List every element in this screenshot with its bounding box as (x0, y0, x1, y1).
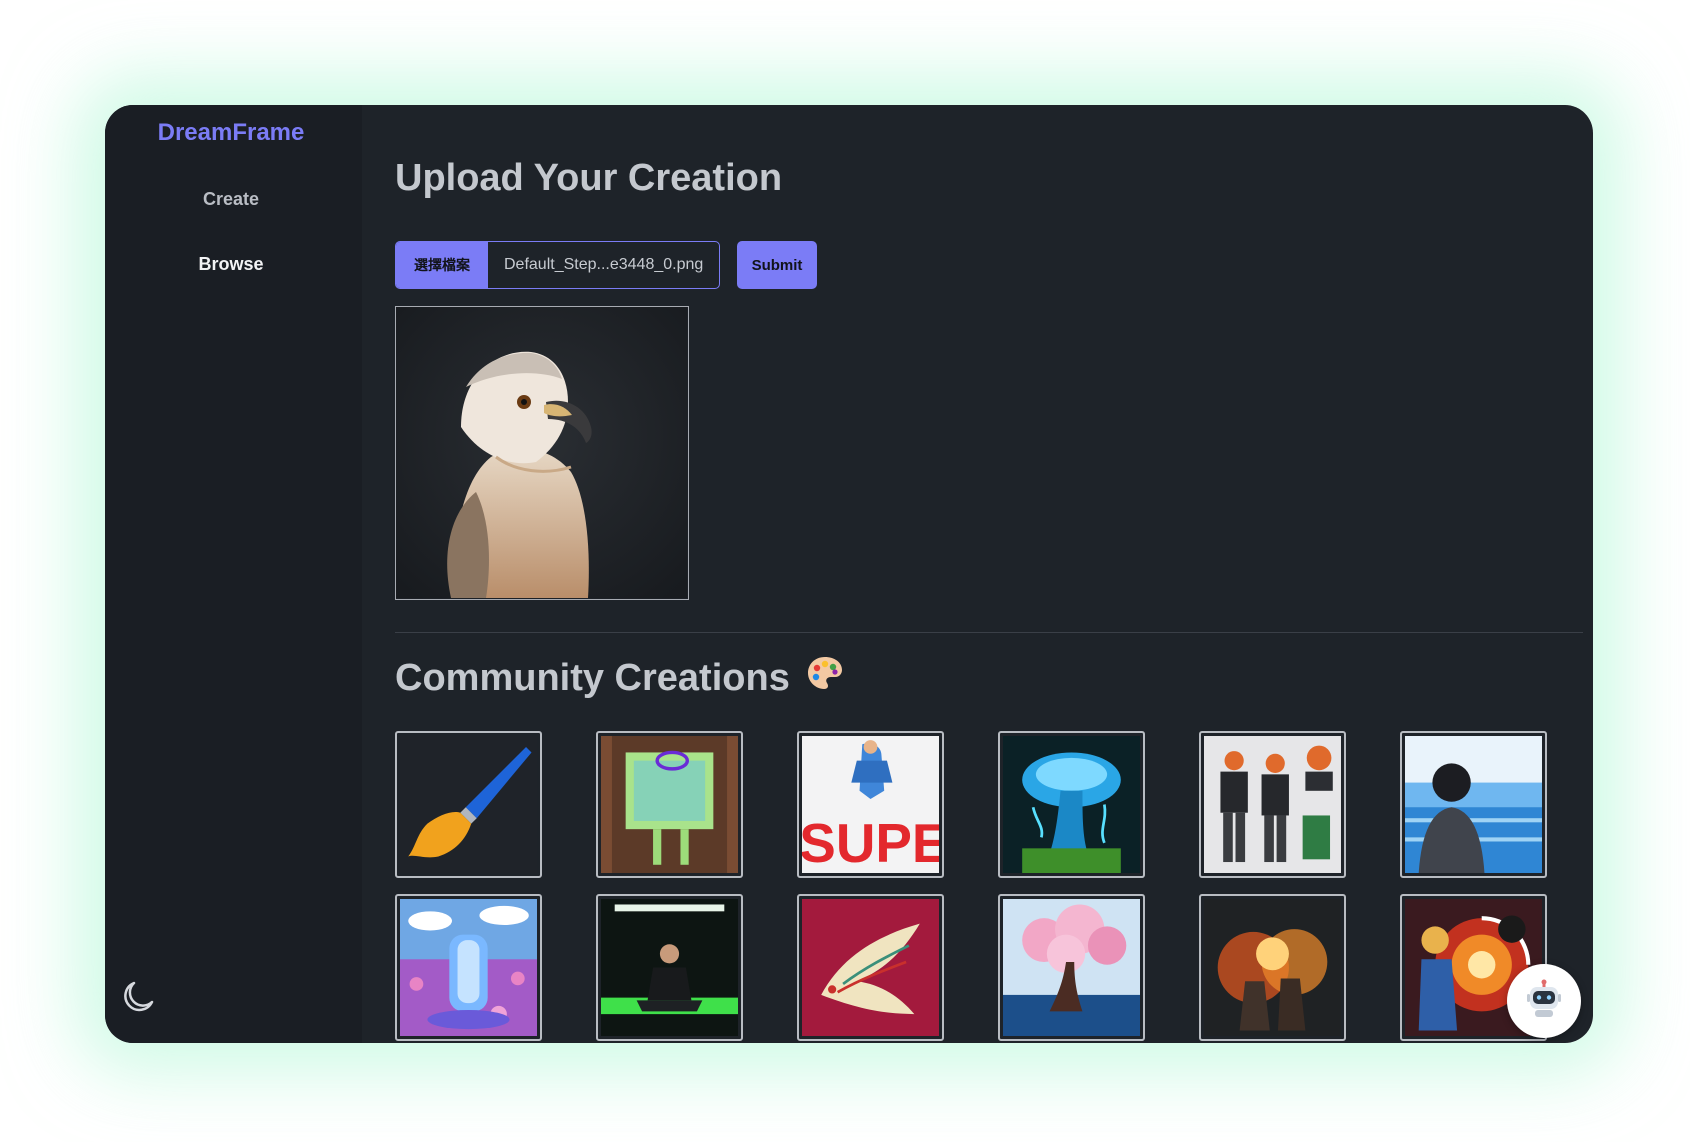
submit-button[interactable]: Submit (737, 241, 817, 289)
app-window: DreamFrame Create Browse Upload Your Cre… (105, 105, 1593, 1043)
gallery-item[interactable]: SUPE (797, 731, 944, 878)
gallery-item[interactable] (1199, 731, 1346, 878)
gallery-item[interactable] (596, 731, 743, 878)
community-gallery: SUPE (395, 731, 1583, 1041)
gallery-item[interactable] (998, 731, 1145, 878)
main-content: Upload Your Creation 選擇檔案 Default_Step..… (362, 105, 1593, 1043)
palette-icon (806, 655, 844, 701)
gallery-item[interactable] (395, 894, 542, 1041)
gallery-item[interactable] (998, 894, 1145, 1041)
robot-icon (1524, 979, 1564, 1024)
assistant-robot-button[interactable] (1507, 964, 1581, 1038)
community-title: Community Creations (395, 655, 844, 701)
gallery-item[interactable] (395, 731, 542, 878)
upload-preview-image (395, 306, 689, 600)
gallery-item[interactable] (596, 894, 743, 1041)
choose-file-button[interactable]: 選擇檔案 (396, 242, 488, 288)
gallery-item[interactable] (1400, 731, 1547, 878)
file-name-text: Default_Step...e3448_0.png (504, 256, 704, 273)
file-input[interactable]: 選擇檔案 Default_Step...e3448_0.png (395, 241, 720, 289)
svg-text:SUPE: SUPE (802, 812, 939, 873)
brand-logo[interactable]: DreamFrame (105, 119, 357, 147)
gallery-item[interactable] (797, 894, 944, 1041)
moon-icon[interactable] (117, 975, 159, 1017)
nav-item-create[interactable]: Create (105, 189, 357, 210)
sidebar: DreamFrame Create Browse (105, 105, 362, 1043)
nav-item-browse[interactable]: Browse (105, 254, 357, 275)
section-divider (395, 632, 1583, 633)
upload-title: Upload Your Creation (395, 157, 783, 199)
gallery-item[interactable] (1199, 894, 1346, 1041)
community-title-text: Community Creations (395, 656, 790, 699)
